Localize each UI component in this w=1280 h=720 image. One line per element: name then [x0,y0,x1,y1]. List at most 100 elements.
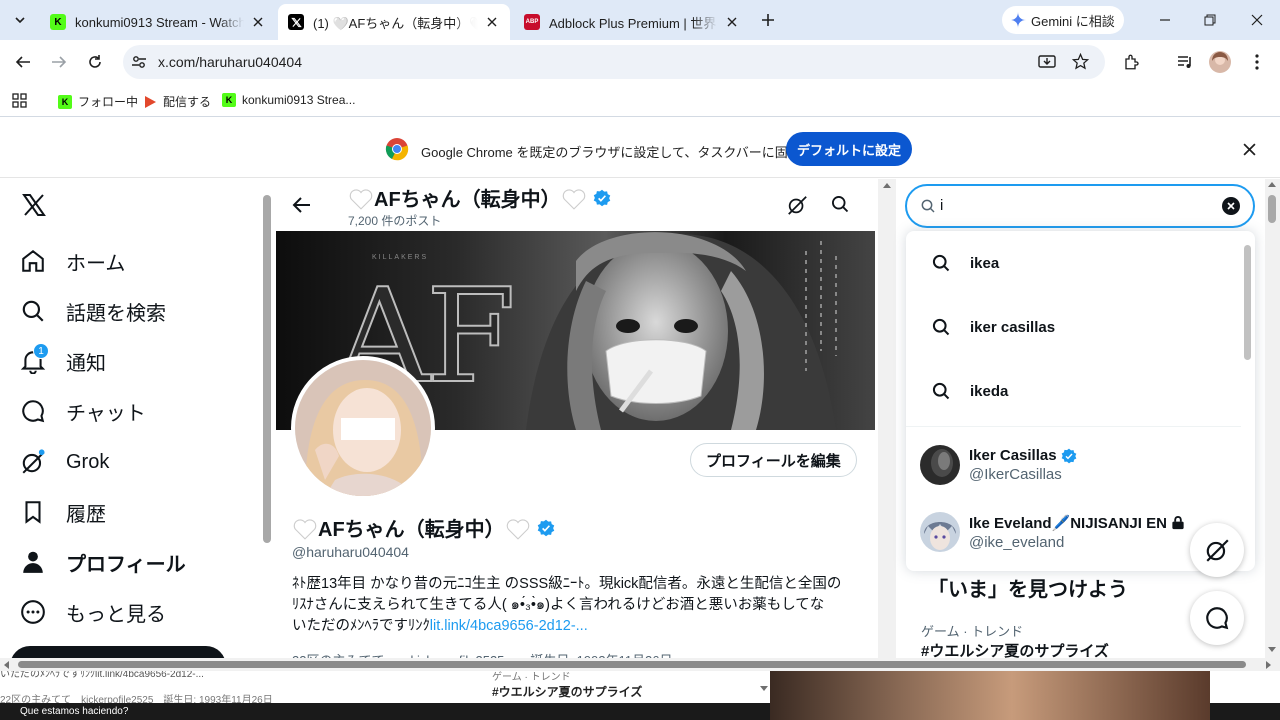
nav-bookmarks[interactable]: 履歴 [20,492,106,532]
set-default-button[interactable]: デフォルトに設定 [786,132,913,166]
new-tab-icon[interactable] [758,10,778,30]
white-heart-icon [348,186,374,210]
search-icon[interactable] [830,194,850,214]
background-window-strip: いただのﾒﾝﾍﾗですﾘﾝｸlit.link/4bca9656-2d12-... … [0,671,1280,720]
avatar [920,512,960,552]
minimize-icon[interactable] [1155,10,1175,30]
user-handle: @IkerCasillas [969,466,1062,483]
nav-notifications[interactable]: 1 通知 [20,341,106,381]
user-name: Iker Casillas [969,447,1057,464]
forward-arrow-icon[interactable] [47,50,71,74]
main-scrollbar[interactable] [878,179,896,662]
gemini-button[interactable]: Gemini に相談 [1002,6,1124,34]
explore-section-title: 「いま」を見つけよう [928,579,1128,601]
verified-badge-icon [537,519,555,537]
media-control-icon[interactable] [1173,50,1197,74]
close-window-icon[interactable] [1247,10,1267,30]
chat-fab[interactable] [1190,591,1244,645]
search-input[interactable]: i [940,197,943,214]
search-icon [930,317,952,337]
browser-toolbar: x.com/haruharu040404 [0,40,1280,85]
reload-icon[interactable] [83,50,107,74]
bell-icon: 1 [20,343,49,374]
apps-grid-icon[interactable] [12,93,27,108]
strip-video-thumbnail [770,671,1210,720]
bookmark-stream[interactable]: 配信する [143,93,211,110]
bio-line: ﾘｽﾅさんに支えられて生きてる人( ๑•́₃•̀๑)よく言われるけどお酒と悪いお… [292,597,825,613]
banner-caption: KILLAKERS [372,254,429,261]
extensions-puzzle-icon[interactable] [1120,50,1144,74]
back-arrow-icon[interactable] [292,195,312,215]
profile-column: AFちゃん（転身中） 7,200 件のポスト AF KILLAKERS プロフィ… [276,179,875,662]
horizontal-scrollbar[interactable] [0,658,1280,671]
star-icon[interactable] [1072,53,1089,70]
site-settings-icon[interactable] [131,54,147,70]
address-bar[interactable]: x.com/haruharu040404 [123,45,1105,79]
trend-meta: ゲーム · トレンド [921,624,1024,639]
tab-adblock[interactable]: ABP Adblock Plus Premium | 世界 N [514,4,750,40]
user-suggestion[interactable]: Iker Casillas @IkerCasillas [920,435,1240,495]
strip-bio: いただのﾒﾝﾍﾗですﾘﾝｸlit.link/4bca9656-2d12-... [0,671,204,680]
close-infobar-icon[interactable] [1243,143,1256,156]
nav-chat[interactable]: チャット [20,391,146,431]
profile-bio: ﾈﾄ歴13年目 かなり昔の元ﾆｺ生主 のSSS級ﾆｰﾄ。現kick配信者。永遠と… [292,574,872,637]
nav-label: チャット [66,402,146,425]
nav-home[interactable]: ホーム [20,241,125,281]
bookmark-follow[interactable]: K フォロー中 [58,93,138,110]
header-name: AFちゃん（転身中） [374,189,561,211]
x-logo-icon[interactable] [22,193,46,217]
nav-scrollbar[interactable] [263,195,271,543]
tab-kick-stream[interactable]: K konkumi0913 Stream - Watch L [40,4,276,40]
close-tab-icon[interactable] [484,14,500,30]
more-icon [20,599,46,625]
page-scrollbar[interactable] [1265,179,1280,662]
profile-name-row: AFちゃん（転身中） [292,513,555,542]
user-name: Ike Eveland🖊️NIJISANJI EN [969,514,1167,532]
nav-label: 履歴 [66,503,106,526]
suggestion-item[interactable]: ikeda [930,359,1008,423]
post-count: 7,200 件のポスト [348,214,442,228]
grok-icon[interactable] [786,194,808,216]
white-heart-icon [505,516,531,540]
tab-search-dropdown-icon[interactable] [8,8,32,32]
close-tab-icon[interactable] [250,14,266,30]
bookmark-konkumi[interactable]: K konkumi0913 Strea... [222,93,355,107]
chrome-menu-icon[interactable] [1245,50,1269,74]
suggestion-item[interactable]: ikea [930,231,999,295]
tab-x-profile[interactable]: (1) 🤍AFちゃん（転身中）🤍 ( [278,4,510,40]
bookmarks-bar: K フォロー中 配信する K konkumi0913 Strea... [0,85,1280,117]
nav-label: プロフィール [66,553,186,576]
nav-explore[interactable]: 話題を検索 [20,291,166,331]
bio-line: いただのﾒﾝﾍﾗですﾘﾝｸ [292,618,430,634]
strip-trend-name: #ウエルシア夏のサプライズ [492,685,643,699]
restore-icon[interactable] [1200,10,1220,30]
install-app-icon[interactable] [1038,54,1056,70]
grok-icon [1204,537,1230,563]
bio-link[interactable]: lit.link/4bca9656-2d12-... [430,618,588,634]
chrome-logo-icon [385,137,409,161]
edit-profile-button[interactable]: プロフィールを編集 [690,443,857,477]
search-icon [920,198,936,214]
nav-label: Grok [66,450,110,473]
notification-badge: 1 [33,343,49,359]
gemini-label: Gemini に相談 [1031,13,1115,29]
verified-badge-icon [593,189,611,207]
white-heart-icon [292,516,318,540]
profile-avatar[interactable] [291,356,435,500]
search-box[interactable]: i [905,184,1255,228]
dropdown-scrollbar[interactable] [1244,245,1251,360]
profile-name: AFちゃん（転身中） [318,519,505,541]
profile-avatar[interactable] [1208,50,1232,74]
suggestion-item[interactable]: iker casillas [930,295,1055,359]
suggestion-label: iker casillas [970,318,1056,336]
clear-search-icon[interactable] [1222,197,1240,215]
nav-more[interactable]: もっと見る [20,592,166,632]
grok-fab[interactable] [1190,523,1244,577]
bookmark-label: フォロー中 [78,95,139,109]
nav-grok[interactable]: Grok [20,442,109,482]
nav-profile[interactable]: プロフィール [20,542,186,582]
close-tab-icon[interactable] [724,14,740,30]
user-handle: @ike_eveland [969,533,1065,551]
back-arrow-icon[interactable] [11,50,35,74]
bookmark-icon [20,499,46,525]
